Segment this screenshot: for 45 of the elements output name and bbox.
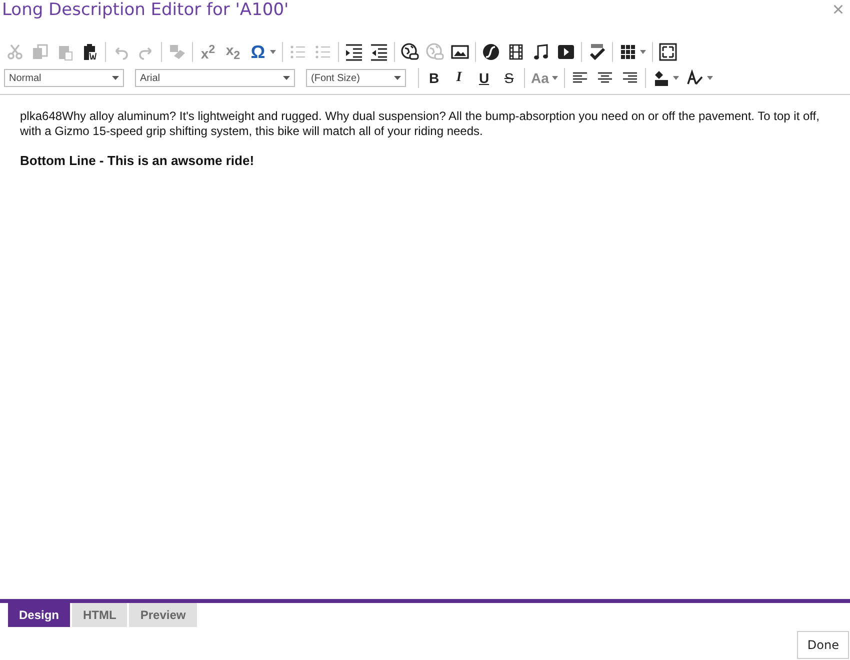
fill-color-icon xyxy=(652,69,670,87)
strikethrough-button[interactable]: S xyxy=(498,67,520,89)
window-title: Long Description Editor for 'A100' xyxy=(2,0,289,20)
heading: Bottom Line - This is an awsome ride! xyxy=(20,153,256,168)
globe-unlink-icon xyxy=(426,43,444,61)
special-character-button[interactable]: Ω xyxy=(247,41,278,63)
spellcheck-icon xyxy=(588,43,606,61)
film-icon xyxy=(507,43,525,61)
numbered-list-icon xyxy=(289,43,307,61)
caret-icon xyxy=(112,76,119,80)
tool-button[interactable] xyxy=(399,41,421,63)
globe-link-icon xyxy=(401,43,419,61)
copy-icon xyxy=(31,43,49,61)
text-case-button[interactable]: Aa xyxy=(529,67,560,89)
eraser-icon xyxy=(168,43,186,61)
bullet-list-icon xyxy=(314,43,332,61)
paragraph: plka648Why alloy aluminum? It's lightweight and rugged. Why dual suspension? All the bump-absorption you need on or off the pavement. To top it off, with a Gizmo 15-speed grip shifting system, this bike will match all of your riding needs. xyxy=(20,109,820,139)
dropdown[interactable]: (Font Size) xyxy=(306,69,406,87)
mode-tab[interactable]: Preview xyxy=(129,603,197,627)
bold-button[interactable]: B xyxy=(423,67,445,89)
image-icon xyxy=(451,43,469,61)
outdent-icon xyxy=(370,43,388,61)
music-note-icon xyxy=(532,43,550,61)
mode-tab[interactable]: Design xyxy=(8,603,70,627)
play-icon xyxy=(557,43,575,61)
scissors-icon xyxy=(6,43,24,61)
clipboard-icon xyxy=(56,43,74,61)
brush-icon xyxy=(686,69,704,87)
superscript-button[interactable]: x$^{2}$ xyxy=(197,41,219,63)
italic-button[interactable]: I xyxy=(448,67,470,89)
tool-button[interactable] xyxy=(657,41,679,63)
dropdown[interactable]: Normal xyxy=(4,69,124,87)
done-button[interactable]: Done xyxy=(797,631,849,659)
fullscreen-icon xyxy=(659,43,677,61)
tool-button[interactable] xyxy=(480,41,502,63)
underline-button[interactable]: U xyxy=(473,67,495,89)
clipboard-document-icon xyxy=(81,43,99,61)
caret-icon xyxy=(283,76,290,80)
table-grid-icon xyxy=(619,43,637,61)
flash-icon xyxy=(482,43,500,61)
indent-icon xyxy=(345,43,363,61)
caret-icon xyxy=(394,76,401,80)
mode-tab[interactable]: HTML xyxy=(72,603,128,627)
dropdown[interactable]: Arial xyxy=(135,69,295,87)
subscript-button[interactable]: x$_{2}$ xyxy=(222,41,244,63)
